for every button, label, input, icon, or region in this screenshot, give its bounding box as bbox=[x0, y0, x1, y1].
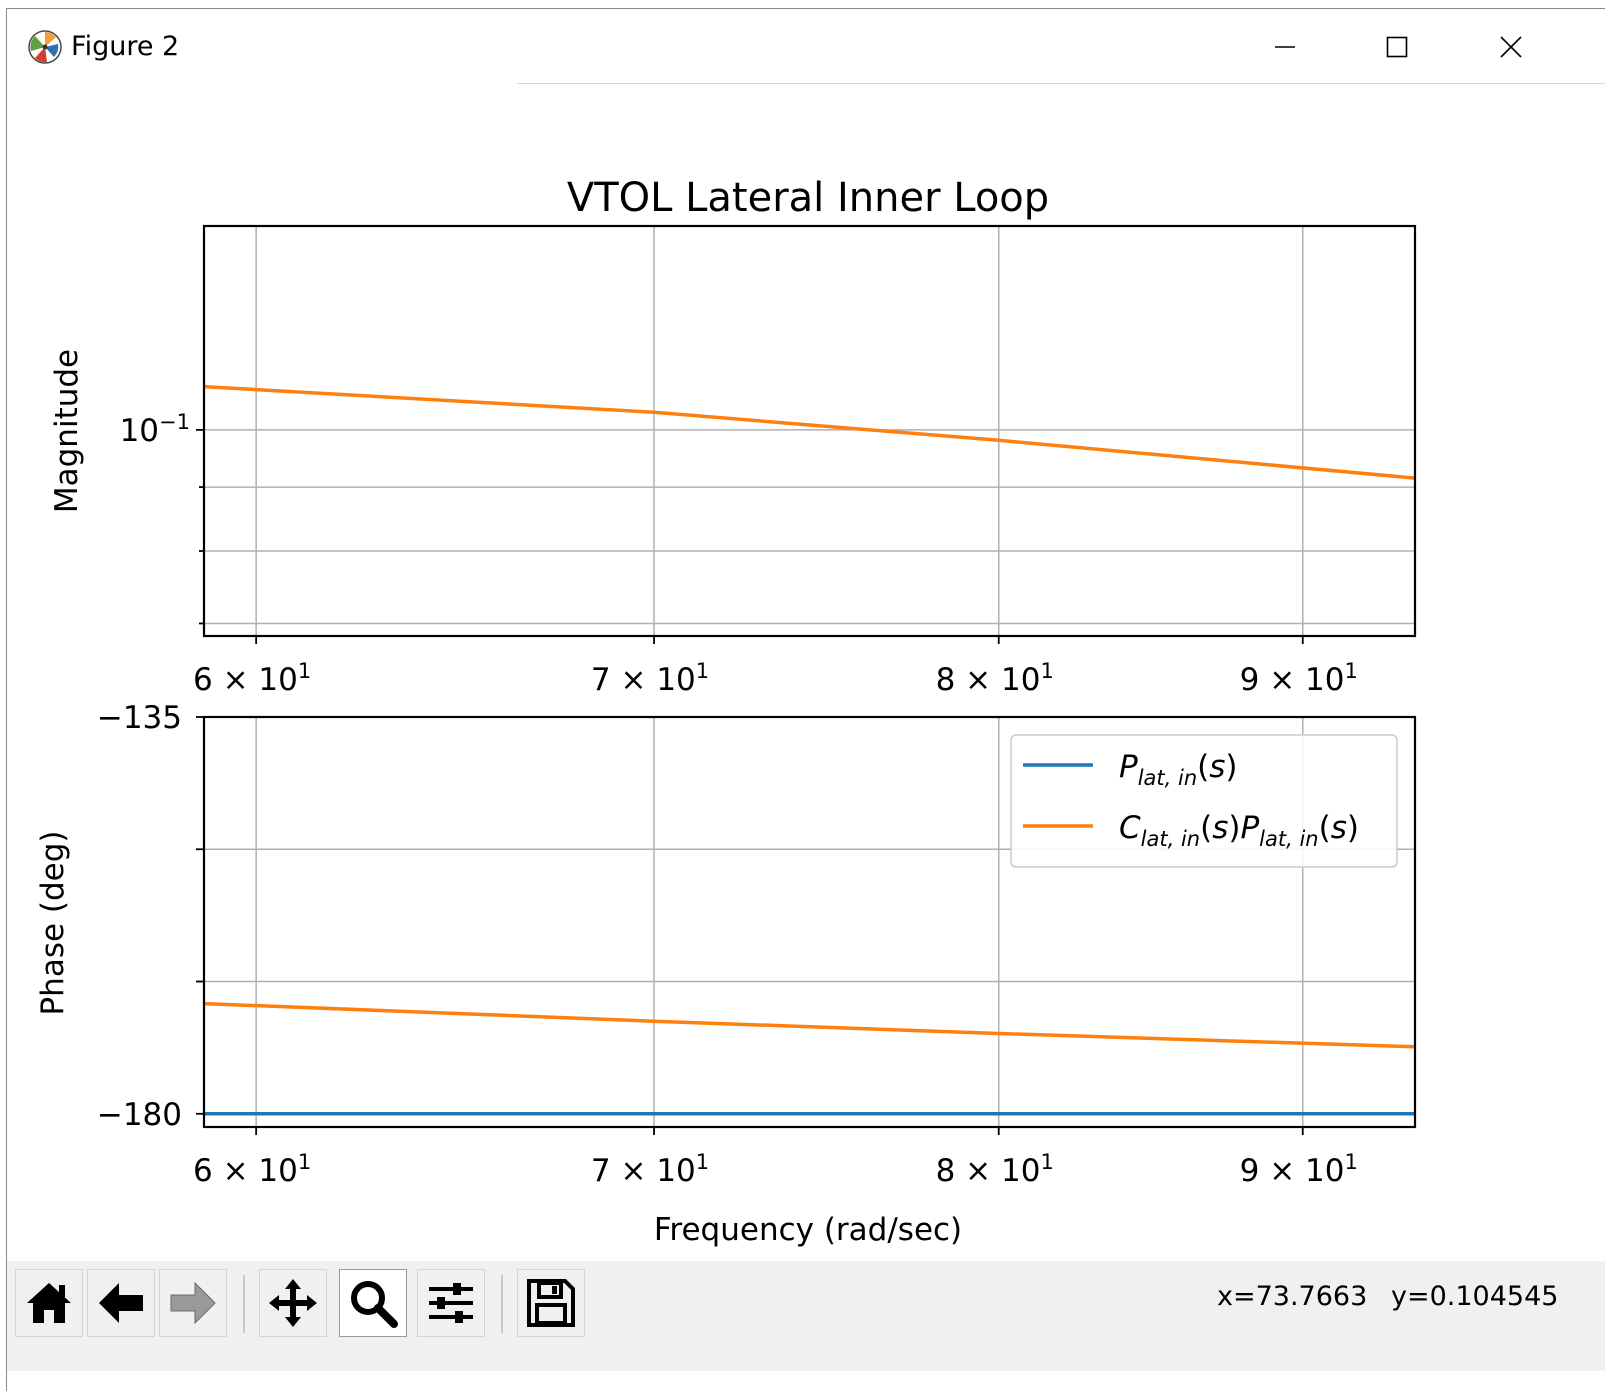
move-icon bbox=[269, 1279, 317, 1327]
sliders-icon bbox=[429, 1283, 473, 1323]
window-bottom-edge bbox=[7, 1371, 1605, 1391]
phase-x-tick-label: 8 × 101 bbox=[936, 1150, 1054, 1189]
navigation-toolbar: x=73.7663 y=0.104545 bbox=[7, 1261, 1605, 1371]
maximize-button[interactable] bbox=[1341, 17, 1453, 77]
phase-x-tick-label: 6 × 101 bbox=[193, 1150, 311, 1189]
home-icon bbox=[27, 1283, 71, 1323]
home-button[interactable] bbox=[15, 1269, 83, 1337]
x-axis-label: Frequency (rad/sec) bbox=[654, 1212, 962, 1248]
matplotlib-icon bbox=[28, 30, 62, 64]
phase-axes: −135 −180 6 × 101 7 × 101 8 × 101 9 × 101 Pha… bbox=[35, 700, 1417, 1189]
title-separator bbox=[517, 83, 1605, 84]
figure-title: VTOL Lateral Inner Loop bbox=[567, 175, 1049, 221]
forward-button[interactable] bbox=[159, 1269, 227, 1337]
magnitude-x-tick-label: 8 × 101 bbox=[936, 659, 1054, 698]
zoom-button[interactable] bbox=[339, 1269, 407, 1337]
arrow-right-icon bbox=[170, 1281, 216, 1325]
minimize-icon bbox=[1275, 46, 1295, 48]
minimize-button[interactable] bbox=[1229, 17, 1341, 77]
subplots-button[interactable] bbox=[417, 1269, 485, 1337]
arrow-left-icon bbox=[99, 1283, 143, 1323]
phase-ylabel: Phase (deg) bbox=[35, 830, 71, 1015]
save-button[interactable] bbox=[517, 1269, 585, 1337]
back-button[interactable] bbox=[87, 1269, 155, 1337]
magnitude-y-tick-label: 10−1 bbox=[120, 410, 190, 449]
coordinate-y-readout: y=0.104545 bbox=[1391, 1281, 1559, 1312]
magnitude-x-tick-label: 6 × 101 bbox=[193, 659, 311, 698]
phase-y-tick-label: −135 bbox=[97, 700, 182, 736]
legend: Plat, in(s) Clat, in(s)Plat, in(s) bbox=[1010, 734, 1398, 868]
magnitude-axes: 10−1 6 × 101 7 × 101 8 × 101 9 × 101 Magnitu… bbox=[49, 224, 1417, 698]
phase-x-tick-label: 9 × 101 bbox=[1240, 1150, 1358, 1189]
magnitude-x-tick-label: 9 × 101 bbox=[1240, 659, 1358, 698]
maximize-icon bbox=[1386, 36, 1408, 58]
toolbar-separator bbox=[501, 1275, 503, 1333]
coordinate-x-readout: x=73.7663 bbox=[1217, 1281, 1368, 1312]
magnitude-x-tick-label: 7 × 101 bbox=[591, 659, 709, 698]
magnitude-ylabel: Magnitude bbox=[49, 349, 85, 513]
close-icon bbox=[1500, 36, 1522, 58]
pan-button[interactable] bbox=[259, 1269, 327, 1337]
window-title: Figure 2 bbox=[71, 31, 180, 62]
figure-window: Figure 2 VTOL Lateral Inner Loop 10−1 6 ×… bbox=[6, 8, 1605, 1391]
title-bar[interactable]: Figure 2 bbox=[7, 9, 1605, 85]
magnifier-icon bbox=[351, 1281, 398, 1328]
toolbar-separator bbox=[243, 1275, 245, 1333]
figure-canvas[interactable]: VTOL Lateral Inner Loop 10−1 6 × 101 7 × 1… bbox=[7, 85, 1605, 1261]
close-button[interactable] bbox=[1455, 17, 1567, 77]
phase-x-tick-label: 7 × 101 bbox=[591, 1150, 709, 1189]
floppy-disk-icon bbox=[527, 1279, 575, 1327]
phase-y-tick-label: −180 bbox=[97, 1097, 182, 1133]
